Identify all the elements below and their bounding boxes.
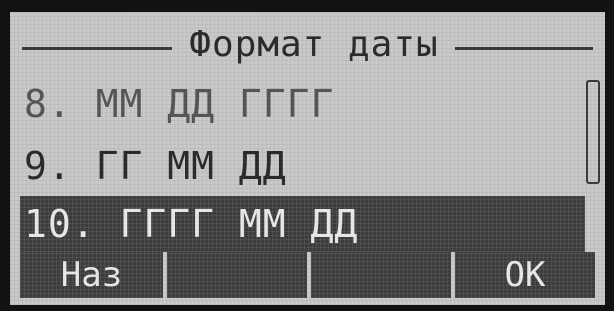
softkey-2-button[interactable] [167,252,307,298]
list-item-date-format-8[interactable]: 8. ММ ДД ГГГГ [20,74,585,134]
lcd-screen: Формат даты 8. ММ ДД ГГГГ 9. ГГ ММ ДД 10… [10,12,605,305]
scrollbar[interactable] [586,80,600,184]
title-divider-right [455,47,593,50]
softkey-bar: Наз OK [20,252,595,298]
page-title: Формат даты [189,24,439,65]
ok-button[interactable]: OK [455,252,595,298]
device-bezel: Формат даты 8. ММ ДД ГГГГ 9. ГГ ММ ДД 10… [0,0,614,311]
softkey-3-button[interactable] [311,252,451,298]
title-bar: Формат даты [10,22,605,72]
list-item-date-format-10-selected[interactable]: 10. ГГГГ ММ ДД [20,196,585,252]
title-divider-left [22,47,172,50]
list-item-date-format-9[interactable]: 9. ГГ ММ ДД [20,136,585,196]
back-button[interactable]: Наз [20,252,163,298]
